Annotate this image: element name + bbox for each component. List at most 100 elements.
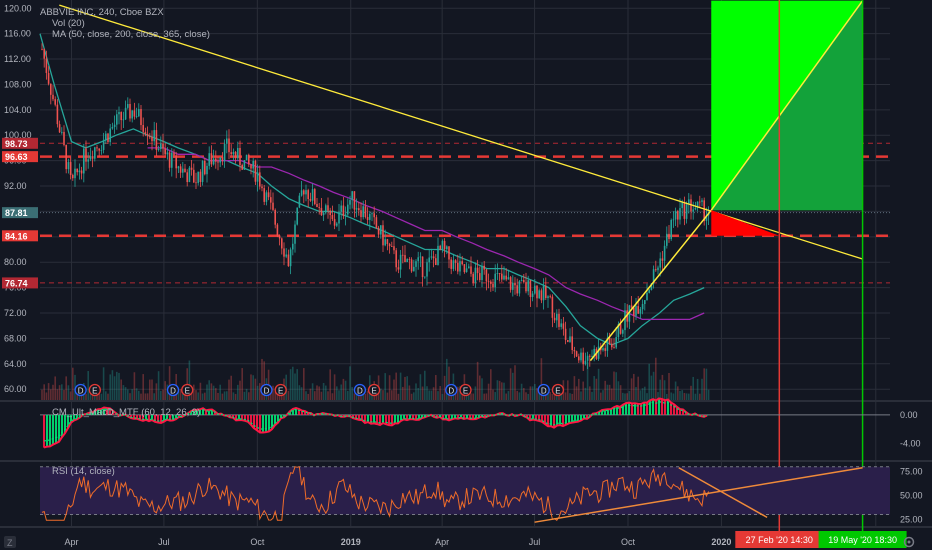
volume-bar: [404, 376, 406, 400]
candle-body: [52, 94, 54, 100]
candle-body: [679, 208, 681, 220]
volume-bar: [149, 379, 151, 400]
candle-body: [494, 273, 496, 288]
candle-body: [492, 283, 494, 288]
volume-bar: [573, 376, 576, 400]
marker-d[interactable]: D: [260, 383, 273, 397]
volume-bar: [617, 381, 620, 400]
zoom-icon[interactable]: Z: [4, 536, 16, 548]
volume-bar: [619, 385, 622, 400]
volume-bar: [439, 386, 441, 400]
chart-svg[interactable]: DEDEDEDEDEDE 120.00116.00112.00108.00104…: [0, 0, 932, 550]
volume-bar: [696, 378, 699, 400]
volume-bar: [384, 373, 386, 400]
volume-bar: [604, 380, 606, 400]
marker-d[interactable]: D: [166, 383, 180, 397]
volume-bar: [151, 379, 153, 400]
volume-bar: [252, 375, 254, 400]
volume-bar: [564, 392, 567, 400]
candle-body: [545, 285, 547, 299]
volume-bar: [630, 378, 633, 400]
candle-body: [399, 254, 402, 270]
macd-hist-bar: [625, 403, 627, 415]
candle-body: [276, 224, 279, 236]
candle-body: [287, 254, 290, 267]
volume-bar: [195, 390, 197, 400]
price-tick-label: 80.00: [4, 257, 27, 267]
volume-bar: [432, 387, 435, 400]
marker-d[interactable]: D: [537, 383, 550, 397]
marker-e[interactable]: E: [367, 383, 381, 397]
volume-bar: [514, 365, 516, 400]
candle-body: [80, 170, 83, 174]
candle-body: [490, 281, 492, 284]
candle-body: [655, 269, 657, 271]
volume-bar: [223, 391, 226, 400]
candle-body: [674, 211, 677, 220]
marker-d[interactable]: D: [353, 383, 367, 397]
candle-body: [472, 273, 474, 283]
price-tick-label: 72.00: [4, 308, 27, 318]
candle-body: [232, 151, 235, 155]
candle-body: [124, 107, 127, 120]
volume-bar: [391, 390, 393, 400]
candle-body: [67, 162, 70, 170]
candle-body: [138, 109, 140, 117]
candle-body: [265, 192, 268, 202]
volume-bar: [208, 380, 210, 400]
volume-bar: [138, 390, 140, 400]
price-tag: 76.74: [2, 277, 38, 289]
candle-body: [98, 148, 100, 151]
volume-bar: [685, 393, 688, 400]
marker-label: D: [78, 387, 84, 396]
marker-e[interactable]: E: [274, 383, 287, 397]
candle-body: [175, 155, 177, 169]
volume-bar: [608, 384, 611, 400]
candle-body: [540, 290, 543, 301]
candle-body: [681, 202, 683, 209]
candle-body: [56, 104, 59, 125]
candle-body: [428, 257, 430, 263]
candle-body: [483, 265, 485, 270]
candle-body: [245, 154, 248, 161]
candle-body: [578, 356, 580, 361]
volume-bar: [199, 382, 202, 400]
volume-bar: [569, 393, 571, 400]
volume-bar: [107, 393, 109, 400]
candle-body: [505, 275, 507, 280]
volume-bar: [182, 393, 184, 400]
macd-hist-bar: [55, 414, 57, 444]
marker-e[interactable]: E: [181, 383, 194, 397]
marker-e[interactable]: E: [551, 383, 565, 397]
volume-bar: [248, 392, 250, 400]
marker-d[interactable]: D: [445, 383, 458, 397]
candle-body: [450, 259, 452, 269]
volume-bar: [234, 393, 237, 400]
volume-bar: [441, 393, 444, 400]
volume-bar: [105, 391, 107, 400]
volume-bar: [206, 384, 208, 400]
volume-bar: [366, 390, 369, 400]
volume-bar: [529, 386, 532, 400]
volume-bar: [327, 391, 329, 400]
candle-body: [107, 133, 109, 142]
volume-bar: [395, 372, 397, 400]
marker-e[interactable]: E: [88, 383, 101, 397]
volume-bar: [516, 390, 518, 400]
candle-body: [182, 168, 184, 173]
marker-e[interactable]: E: [459, 383, 472, 397]
marker-d[interactable]: D: [74, 383, 87, 397]
candle-body: [661, 258, 664, 261]
candle-body: [382, 225, 384, 246]
volume-bar: [331, 393, 334, 400]
candle-body: [516, 285, 518, 294]
volume-bar: [160, 390, 162, 400]
candle-body: [50, 83, 52, 95]
volume-bar: [217, 392, 219, 400]
volume-bar: [386, 392, 389, 400]
candle-body: [142, 125, 144, 132]
volume-bar: [496, 380, 499, 400]
candle-body: [646, 292, 648, 301]
volume-bar: [344, 380, 347, 400]
volume-bar: [228, 379, 230, 400]
